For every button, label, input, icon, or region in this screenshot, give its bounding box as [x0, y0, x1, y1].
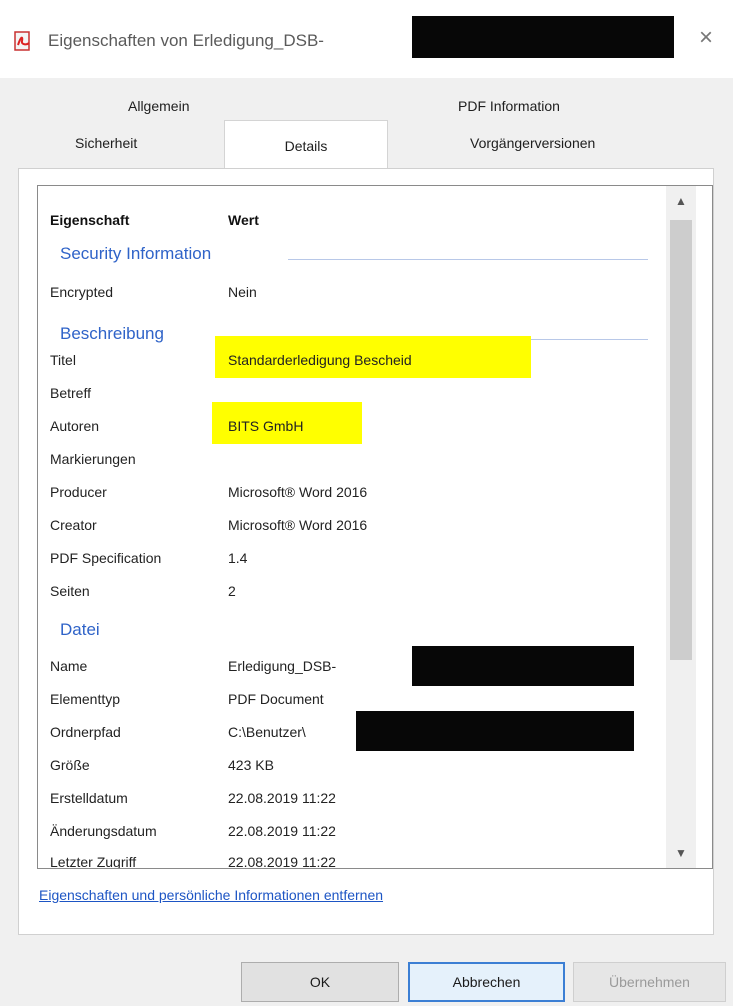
property-value: 22.08.2019 11:22	[228, 854, 336, 869]
tab-allgemein[interactable]: Allgemein	[128, 98, 189, 114]
tab-vorgaengerversionen[interactable]: Vorgängerversionen	[470, 135, 595, 151]
apply-button[interactable]: Übernehmen	[573, 962, 726, 1002]
details-panel: Eigenschaft Wert Security Information En…	[18, 168, 714, 935]
column-header-property[interactable]: Eigenschaft	[50, 212, 129, 228]
property-name: Creator	[50, 517, 97, 533]
column-header-value[interactable]: Wert	[228, 212, 259, 228]
property-name: Titel	[50, 352, 76, 368]
remove-properties-link[interactable]: Eigenschaften und persönliche Informatio…	[39, 887, 383, 903]
property-value: 2	[228, 583, 236, 599]
property-name: Markierungen	[50, 451, 136, 467]
close-icon[interactable]: ×	[688, 20, 724, 56]
property-name: Letzter Zugriff	[50, 854, 137, 869]
property-name: Betreff	[50, 385, 91, 401]
property-name: Größe	[50, 757, 90, 773]
property-value: Microsoft® Word 2016	[228, 484, 368, 500]
property-name: PDF Specification	[50, 550, 162, 566]
property-value: 1.4	[228, 550, 248, 566]
property-value: 22.08.2019 11:22	[228, 823, 336, 839]
tab-details[interactable]: Details	[224, 120, 388, 170]
property-name: Erstelldatum	[50, 790, 128, 806]
ok-button[interactable]: OK	[241, 962, 399, 1002]
redaction-bar	[412, 646, 634, 686]
property-value: C:\Benutzer\	[228, 724, 306, 740]
redaction-bar	[412, 16, 674, 58]
property-name: Autoren	[50, 418, 100, 434]
property-value: Microsoft® Word 2016	[228, 517, 368, 533]
property-value: Erledigung_DSB-	[228, 658, 337, 674]
scroll-thumb[interactable]	[670, 220, 692, 660]
property-list[interactable]: Eigenschaft Wert Security Information En…	[37, 185, 713, 869]
cancel-button[interactable]: Abbrechen	[408, 962, 565, 1002]
property-value: 22.08.2019 11:22	[228, 790, 336, 806]
chevron-down-icon[interactable]: ▼	[666, 838, 696, 868]
group-datei: Datei	[60, 620, 100, 639]
property-value: 423 KB	[228, 757, 274, 773]
property-name: Producer	[50, 484, 107, 500]
pdf-file-icon	[14, 31, 30, 51]
title-bar: Eigenschaften von Erledigung_DSB- ×	[0, 0, 733, 78]
property-name: Encrypted	[50, 284, 114, 300]
vertical-scrollbar[interactable]: ▲ ▼	[666, 186, 696, 868]
tab-sicherheit[interactable]: Sicherheit	[75, 135, 137, 151]
property-value: PDF Document	[228, 691, 324, 707]
property-name: Ordnerpfad	[50, 724, 121, 740]
property-name: Elementtyp	[50, 691, 121, 707]
property-value: Standarderledigung Bescheid	[228, 352, 412, 368]
property-name: Seiten	[50, 583, 90, 599]
tab-pdf-information[interactable]: PDF Information	[458, 98, 560, 114]
property-value: BITS GmbH	[228, 418, 304, 434]
tab-strip: Allgemein PDF Information Sicherheit Det…	[0, 78, 733, 170]
window-title: Eigenschaften von Erledigung_DSB-	[48, 31, 324, 50]
property-name: Name	[50, 658, 88, 674]
redaction-bar	[356, 711, 634, 751]
property-name: Änderungsdatum	[50, 823, 157, 839]
group-beschreibung: Beschreibung	[60, 324, 164, 343]
chevron-up-icon[interactable]: ▲	[666, 186, 696, 216]
property-value: Nein	[228, 284, 257, 300]
group-security-information: Security Information	[60, 244, 212, 263]
group-divider	[288, 259, 648, 260]
